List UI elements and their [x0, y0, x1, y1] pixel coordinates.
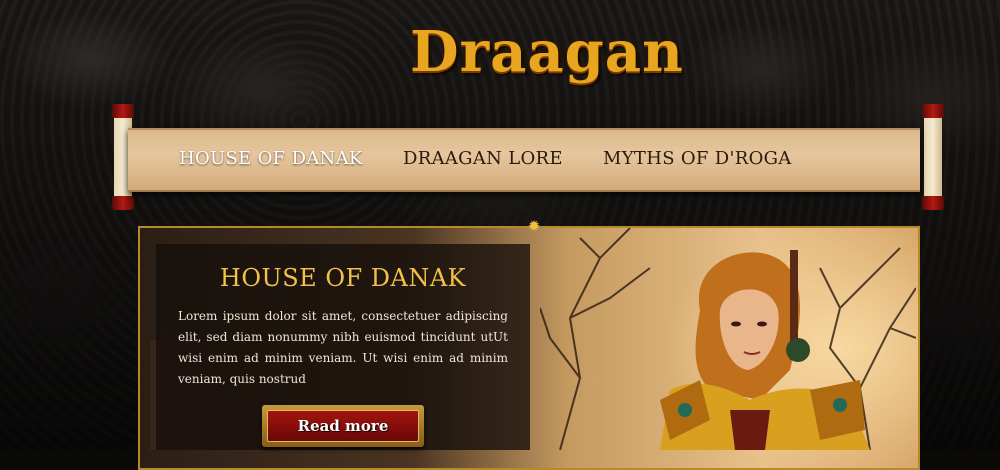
read-more-label: Read more [267, 410, 419, 442]
nav-item-draagan-lore[interactable]: DRAAGAN LORE [403, 144, 563, 174]
read-more-button[interactable]: Read more [262, 405, 424, 447]
scroll-rod-right [922, 104, 944, 210]
sun-ornament-icon: ✹ [527, 217, 541, 235]
feature-body-text: Lorem ipsum dolor sit amet, consectetuer… [178, 309, 508, 386]
site-logo[interactable]: Draagan [410, 12, 683, 97]
nav-item-house-of-danak[interactable]: HOUSE OF DANAK [179, 144, 363, 174]
nav-item-myths-of-droga[interactable]: MYTHS OF D'ROGA [603, 144, 792, 174]
warrior-character-illustration [660, 250, 870, 450]
feature-title: HOUSE OF DANAK [219, 264, 467, 292]
